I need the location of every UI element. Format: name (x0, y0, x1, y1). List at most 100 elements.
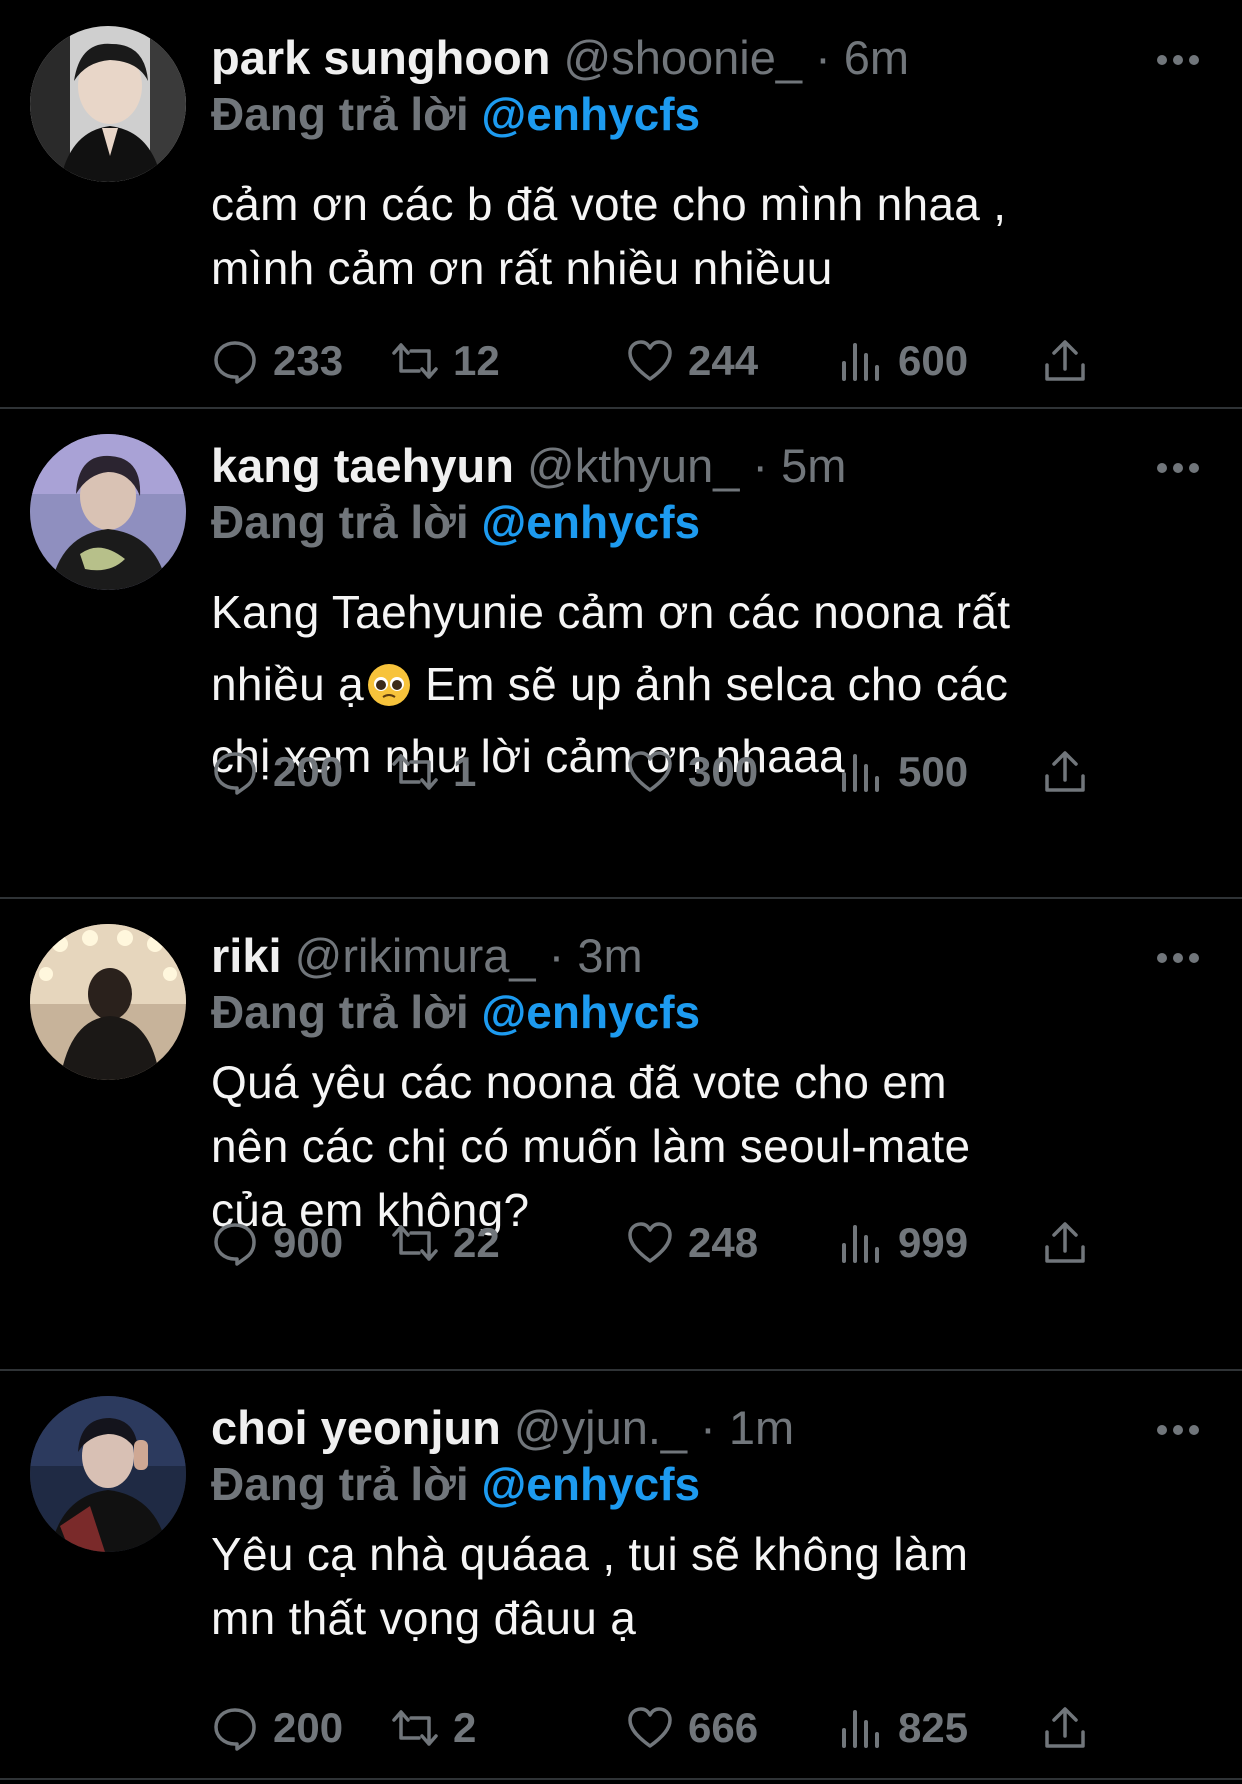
views-icon (842, 1710, 879, 1748)
reply-icon (214, 1223, 256, 1266)
avatar[interactable] (30, 26, 186, 182)
action-bar: 900 22 248 999 (211, 1218, 1111, 1268)
action-bar: 200 1 300 500 (211, 747, 1111, 797)
user-handle[interactable]: @shoonie_ (564, 31, 803, 84)
like-count: 244 (688, 337, 759, 384)
view-count: 825 (898, 1704, 969, 1751)
display-name[interactable]: kang taehyun (211, 439, 514, 492)
display-name[interactable]: park sunghoon (211, 31, 550, 84)
like-count: 300 (688, 748, 759, 795)
reply-button[interactable]: 900 (211, 1218, 343, 1268)
retweet-count: 12 (453, 337, 500, 384)
action-bar: 233 12 244 600 (211, 336, 1111, 386)
user-handle[interactable]: @kthyun_ (527, 439, 739, 492)
share-icon (1045, 1707, 1085, 1748)
display-name[interactable]: choi yeonjun (211, 1401, 501, 1454)
timestamp[interactable]: 3m (577, 929, 642, 982)
tweet-header: park sunghoon @shoonie_ · 6m (211, 26, 909, 90)
share-button[interactable] (1041, 747, 1103, 797)
reply-icon (214, 752, 256, 795)
views-button[interactable]: 600 (836, 336, 968, 386)
timestamp[interactable]: 1m (729, 1401, 794, 1454)
replying-to: Đang trả lời @enhycfs (211, 1452, 700, 1516)
view-count: 999 (898, 1219, 969, 1266)
views-button[interactable]: 825 (836, 1703, 968, 1753)
share-button[interactable] (1041, 1703, 1103, 1753)
display-name[interactable]: riki (211, 929, 282, 982)
timestamp[interactable]: 5m (781, 439, 846, 492)
divider (0, 1369, 1242, 1371)
reply-count: 200 (273, 1704, 344, 1751)
view-count: 500 (898, 748, 969, 795)
timestamp[interactable]: 6m (844, 31, 909, 84)
share-button[interactable] (1041, 336, 1103, 386)
tweet-header: riki @rikimura_ · 3m (211, 924, 643, 988)
retweet-button[interactable]: 12 (391, 336, 500, 386)
retweet-count: 2 (453, 1704, 477, 1751)
reply-button[interactable]: 200 (211, 747, 343, 797)
replying-to: Đang trả lời @enhycfs (211, 980, 700, 1044)
retweet-icon (392, 754, 438, 790)
like-button[interactable]: 666 (626, 1703, 758, 1753)
retweet-icon (392, 343, 438, 379)
mention-link[interactable]: @enhycfs (481, 1458, 700, 1510)
replying-to-label: Đang trả lời (211, 1458, 469, 1510)
pleading-face-emoji-icon (368, 664, 411, 706)
separator-dot: · (752, 439, 769, 492)
views-icon (842, 1225, 879, 1263)
retweet-button[interactable]: 22 (391, 1218, 500, 1268)
more-options-icon[interactable] (1155, 1423, 1201, 1437)
views-icon (842, 343, 879, 381)
views-button[interactable]: 500 (836, 747, 968, 797)
avatar[interactable] (30, 924, 186, 1080)
more-options-icon[interactable] (1155, 951, 1201, 965)
retweet-count: 22 (453, 1219, 500, 1266)
heart-icon (628, 1707, 672, 1748)
like-button[interactable]: 244 (626, 336, 758, 386)
retweet-icon (392, 1225, 438, 1261)
mention-link[interactable]: @enhycfs (481, 496, 700, 548)
like-count: 248 (688, 1219, 759, 1266)
mention-link[interactable]: @enhycfs (481, 986, 700, 1038)
heart-icon (628, 1222, 672, 1263)
like-button[interactable]: 248 (626, 1218, 758, 1268)
retweet-button[interactable]: 2 (391, 1703, 476, 1753)
replying-to: Đang trả lời @enhycfs (211, 82, 700, 146)
share-icon (1045, 340, 1085, 381)
reply-count: 200 (273, 748, 344, 795)
retweet-count: 1 (453, 748, 477, 795)
retweet-button[interactable]: 1 (391, 747, 476, 797)
tweet-header: choi yeonjun @yjun._ · 1m (211, 1396, 794, 1460)
tweet-text: cảm ơn các b đã vote cho mình nhaa , mìn… (211, 178, 1007, 294)
reply-count: 900 (273, 1219, 344, 1266)
replying-to-label: Đang trả lời (211, 986, 469, 1038)
avatar[interactable] (30, 434, 186, 590)
separator-dot: · (548, 929, 565, 982)
retweet-icon (392, 1710, 438, 1746)
more-options-icon[interactable] (1155, 461, 1201, 475)
divider (0, 897, 1242, 899)
avatar[interactable] (30, 1396, 186, 1552)
separator-dot: · (815, 31, 831, 84)
more-options-icon[interactable] (1155, 53, 1201, 67)
user-handle[interactable]: @yjun._ (514, 1401, 687, 1454)
like-button[interactable]: 300 (626, 747, 758, 797)
mention-link[interactable]: @enhycfs (481, 88, 700, 140)
action-bar: 200 2 666 825 (211, 1703, 1111, 1753)
user-handle[interactable]: @rikimura_ (295, 929, 536, 982)
share-icon (1045, 751, 1085, 792)
share-icon (1045, 1222, 1085, 1263)
share-button[interactable] (1041, 1218, 1103, 1268)
view-count: 600 (898, 337, 969, 384)
divider (0, 1778, 1242, 1780)
views-button[interactable]: 999 (836, 1218, 968, 1268)
reply-count: 233 (273, 337, 344, 384)
heart-icon (628, 340, 672, 381)
reply-icon (214, 1708, 256, 1751)
like-count: 666 (688, 1704, 759, 1751)
replying-to-label: Đang trả lời (211, 496, 469, 548)
tweet-header: kang taehyun @kthyun_ · 5m (211, 434, 846, 498)
replying-to: Đang trả lời @enhycfs (211, 490, 700, 554)
reply-button[interactable]: 233 (211, 336, 343, 386)
reply-button[interactable]: 200 (211, 1703, 343, 1753)
